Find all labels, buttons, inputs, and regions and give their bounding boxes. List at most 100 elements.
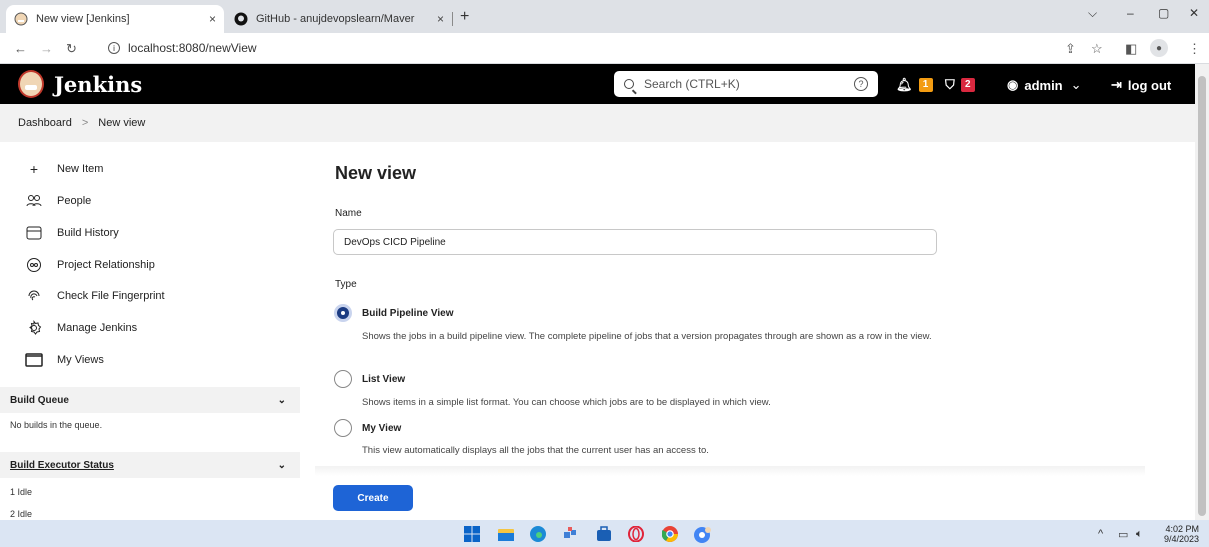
plus-icon: + [29, 161, 39, 177]
breadcrumb-current[interactable]: New view [98, 117, 145, 129]
security-badge: 2 [960, 78, 975, 92]
teams-icon[interactable] [562, 526, 578, 542]
type-label: Type [335, 279, 357, 290]
option-description: This view automatically displays all the… [362, 445, 709, 456]
restore-button[interactable]: ▢ [1158, 6, 1169, 20]
option-label[interactable]: My View [362, 423, 401, 434]
bell-icon: 🔔︎ [896, 77, 913, 92]
view-name-value: DevOps CICD Pipeline [344, 236, 446, 248]
back-arrow-icon[interactable]: ← [14, 41, 27, 56]
tab-jenkins[interactable]: New view [Jenkins] × [6, 5, 224, 33]
close-tab-icon[interactable]: × [437, 12, 444, 26]
close-tab-icon[interactable]: × [209, 12, 216, 26]
chevron-down-icon[interactable]: ⌄ [278, 395, 286, 406]
executor-row: 1 Idle [10, 487, 33, 497]
profile-avatar-icon[interactable]: ● [1150, 39, 1168, 57]
speaker-muted-icon[interactable]: 🔈︎ [1136, 528, 1143, 541]
windows-start-icon[interactable] [464, 526, 480, 542]
new-tab-button[interactable]: + [460, 8, 469, 26]
sidebar-item-label: Project Relationship [57, 259, 155, 271]
page-scrollbar[interactable] [1195, 64, 1209, 520]
fingerprint-icon [25, 288, 43, 304]
relationship-icon [25, 257, 43, 273]
window-icon [25, 352, 43, 368]
reload-icon[interactable]: ↻ [66, 41, 77, 57]
forward-arrow-icon[interactable]: → [40, 41, 53, 56]
sidebar-item-label: People [57, 195, 92, 207]
close-window-button[interactable]: ✕ [1189, 6, 1199, 20]
sidebar-item-my-views[interactable]: My Views [25, 352, 104, 368]
share-icon[interactable]: ⇪ [1065, 41, 1076, 57]
address-bar: ← → ↻ i localhost:8080/newView ⇪ ☆ ◧ ● ⋮ [0, 33, 1209, 64]
github-icon [234, 12, 248, 26]
tab-title: GitHub - anujdevopslearn/Maver [256, 13, 415, 25]
sidebar-item-new-item[interactable]: + New Item [25, 161, 104, 177]
option-description: Shows items in a simple list format. You… [362, 397, 771, 408]
jenkins-header: Jenkins Search (CTRL+K) ? 🔔︎ 1 ⛉ 2 ◉ adm… [0, 64, 1195, 104]
bookmark-star-icon[interactable]: ☆ [1091, 41, 1103, 57]
option-label[interactable]: List View [362, 374, 405, 385]
user-menu[interactable]: ◉ admin ⌄ [1007, 77, 1082, 93]
system-clock[interactable]: 4:02 PM 9/4/2023 [1164, 524, 1199, 544]
store-icon[interactable] [596, 526, 612, 542]
sidebar-item-label: New Item [57, 163, 104, 175]
opera-icon[interactable] [628, 525, 644, 543]
sidebar-item-project-relationship[interactable]: Project Relationship [25, 257, 155, 273]
browser-tabstrip: New view [Jenkins] × GitHub - anujdevops… [0, 0, 1209, 33]
file-explorer-icon[interactable] [498, 526, 514, 542]
sidebar-item-people[interactable]: People [25, 193, 91, 209]
menu-kebab-icon[interactable]: ⋮ [1188, 41, 1201, 57]
url-field[interactable]: i localhost:8080/newView [108, 41, 257, 55]
executor-status-header[interactable]: Build Executor Status ⌄ [0, 452, 300, 478]
sidebar-item-manage-jenkins[interactable]: Manage Jenkins [25, 320, 137, 336]
chrome-icon[interactable] [661, 526, 678, 542]
search-box[interactable]: Search (CTRL+K) ? [614, 71, 878, 97]
build-queue-header[interactable]: Build Queue ⌄ [0, 387, 300, 413]
jenkins-logo[interactable]: Jenkins [18, 70, 142, 98]
tab-title: New view [Jenkins] [36, 13, 130, 25]
edge-browser-icon[interactable] [530, 526, 546, 542]
security-button[interactable]: ⛉ 2 [945, 77, 975, 93]
tab-github[interactable]: GitHub - anujdevopslearn/Maver × [226, 5, 452, 33]
gear-icon [25, 320, 43, 336]
sidebar-item-check-fingerprint[interactable]: Check File Fingerprint [25, 288, 165, 304]
side-panel-icon[interactable]: ◧ [1125, 41, 1137, 57]
sidebar-item-build-history[interactable]: Build History [25, 225, 119, 241]
info-icon[interactable]: i [108, 42, 120, 54]
scrollbar-thumb[interactable] [1198, 76, 1206, 516]
radio-my-view[interactable] [334, 419, 352, 437]
notifications-button[interactable]: 🔔︎ 1 [896, 77, 933, 93]
view-name-input[interactable]: DevOps CICD Pipeline [333, 229, 937, 255]
chevron-down-icon[interactable]: ⌄ [278, 460, 286, 471]
display-icon[interactable]: ▭ [1118, 528, 1128, 541]
logout-icon: ⇥ [1111, 77, 1122, 92]
breadcrumb-separator: > [81, 117, 89, 129]
build-queue-empty: No builds in the queue. [10, 420, 103, 430]
tray-chevron-up-icon[interactable]: ^ [1098, 528, 1103, 540]
breadcrumb-dashboard[interactable]: Dashboard [18, 117, 72, 129]
option-label[interactable]: Build Pipeline View [362, 308, 454, 319]
app-name: Jenkins [54, 71, 143, 97]
logout-link[interactable]: ⇥ log out [1111, 77, 1171, 93]
windows-taskbar: ^ ▭ 🔈︎ 4:02 PM 9/4/2023 [0, 520, 1209, 547]
sidebar-item-label: My Views [57, 354, 104, 366]
chrome-profile-icon[interactable] [694, 526, 711, 543]
url-text: localhost:8080/newView [128, 41, 257, 55]
create-button[interactable]: Create [333, 485, 413, 511]
jenkins-butler-icon [18, 70, 44, 98]
clock-time: 4:02 PM [1165, 524, 1200, 534]
search-icon [624, 79, 634, 89]
clock-date: 9/4/2023 [1164, 534, 1200, 544]
minimize-button[interactable]: – [1127, 6, 1134, 20]
option-description: Shows the jobs in a build pipeline view.… [362, 331, 932, 342]
tab-search-icon[interactable]: ⌵ [1088, 6, 1097, 21]
user-name: admin [1024, 77, 1063, 93]
radio-list-view[interactable] [334, 370, 352, 388]
radio-build-pipeline-view[interactable] [334, 304, 352, 322]
history-icon [25, 225, 43, 241]
executor-status-title[interactable]: Build Executor Status [10, 460, 278, 471]
search-placeholder: Search (CTRL+K) [644, 77, 740, 91]
chevron-down-icon[interactable]: ⌄ [1071, 77, 1082, 93]
help-icon[interactable]: ? [854, 77, 868, 91]
people-icon [25, 193, 43, 209]
